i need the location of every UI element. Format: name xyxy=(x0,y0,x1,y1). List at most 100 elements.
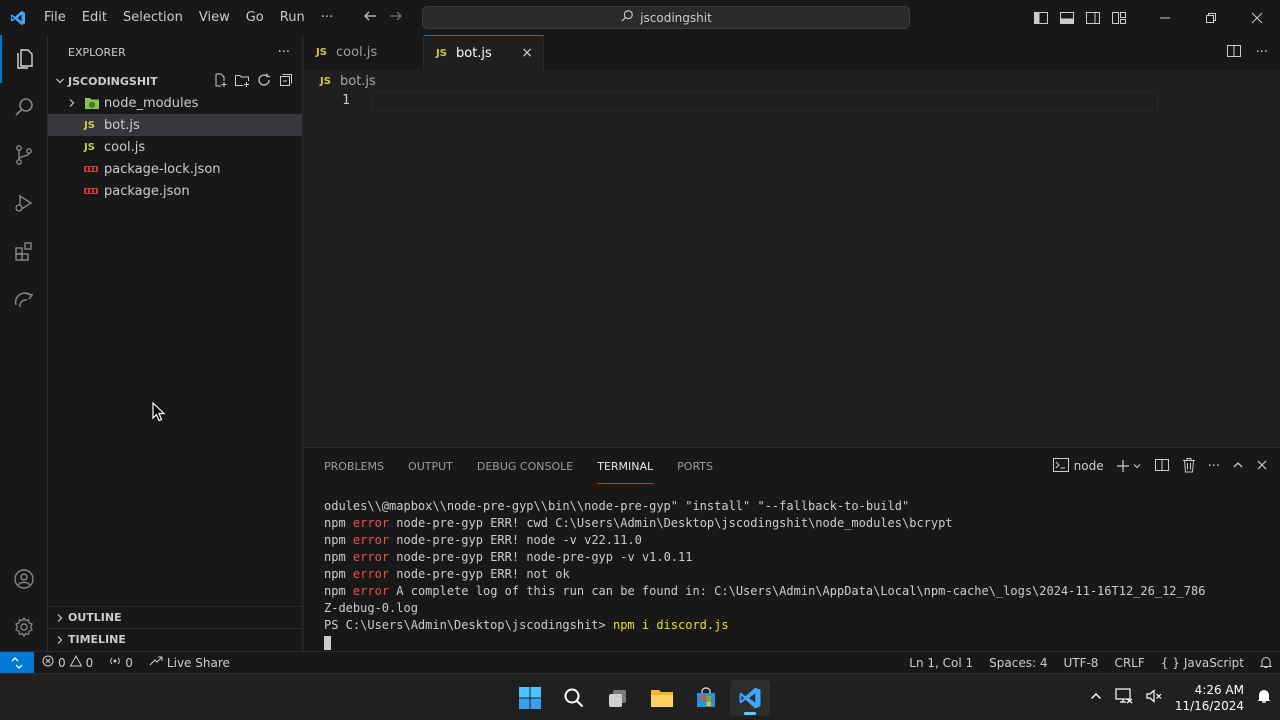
toggle-primary-sidebar-icon[interactable] xyxy=(1028,0,1054,35)
ports-status[interactable]: 0 xyxy=(101,655,141,670)
live-share-status[interactable]: Live Share xyxy=(141,655,238,670)
broadcast-icon xyxy=(109,655,121,670)
title-bar: File Edit Selection View Go Run ··· jsco… xyxy=(0,0,1280,35)
tab-ports[interactable]: PORTS xyxy=(677,448,713,484)
refresh-icon[interactable] xyxy=(256,72,272,91)
minimize-icon[interactable] xyxy=(1142,0,1188,35)
notifications-bell-icon[interactable] xyxy=(1252,656,1280,669)
terminal-output[interactable]: odules\\@mapbox\\node-pre-gyp\\bin\\node… xyxy=(324,498,1268,651)
settings-gear-icon[interactable] xyxy=(0,603,48,651)
menu-file[interactable]: File xyxy=(36,0,74,35)
close-panel-icon[interactable] xyxy=(1256,459,1268,474)
error-label: error xyxy=(352,567,390,581)
tab-problems[interactable]: PROBLEMS xyxy=(324,448,384,484)
outline-section[interactable]: OUTLINE xyxy=(48,606,303,628)
menu-go[interactable]: Go xyxy=(238,0,272,35)
panel-more-actions[interactable]: ··· xyxy=(1208,459,1220,474)
explorer-icon[interactable] xyxy=(0,35,48,83)
toggle-secondary-sidebar-icon[interactable] xyxy=(1080,0,1106,35)
tab-cool-js[interactable]: JS cool.js xyxy=(304,35,424,70)
extensions-icon[interactable] xyxy=(0,227,48,275)
editor-tabs: JS cool.js JS bot.js × ··· xyxy=(304,35,1280,70)
chevron-up-icon[interactable] xyxy=(1089,689,1103,706)
editor-more-actions[interactable]: ··· xyxy=(1256,45,1268,60)
tab-output[interactable]: OUTPUT xyxy=(408,448,453,484)
restore-icon[interactable] xyxy=(1188,0,1234,35)
tree-item-cool-js[interactable]: JS cool.js xyxy=(48,136,302,158)
tree-item-node-modules[interactable]: node_modules xyxy=(48,92,302,114)
split-terminal-icon[interactable] xyxy=(1154,457,1170,476)
menu-more[interactable]: ··· xyxy=(313,0,341,35)
tree-item-label: bot.js xyxy=(104,117,140,133)
menu-selection[interactable]: Selection xyxy=(115,0,191,35)
new-file-icon[interactable] xyxy=(212,72,228,91)
breadcrumb-file[interactable]: bot.js xyxy=(340,74,376,89)
volume-muted-icon[interactable] xyxy=(1145,688,1163,707)
terminal-prompt-line: PS C:\Users\Admin\Desktop\jscodingshit> … xyxy=(324,617,1268,634)
outline-title: OUTLINE xyxy=(68,611,122,624)
cursor-position[interactable]: Ln 1, Col 1 xyxy=(901,656,981,670)
js-file-icon: JS xyxy=(316,47,327,58)
remote-explorer-icon[interactable] xyxy=(0,275,48,323)
menu-run[interactable]: Run xyxy=(272,0,313,35)
customize-layout-icon[interactable] xyxy=(1106,0,1132,35)
terminal-text: odules\\@mapbox\\node-pre-gyp\\bin\\node… xyxy=(324,499,910,513)
language-mode[interactable]: { } JavaScript xyxy=(1153,656,1252,670)
forward-arrow-icon[interactable] xyxy=(388,8,404,28)
command-center-search[interactable]: jscodingshit xyxy=(422,6,910,29)
error-label: error xyxy=(352,516,390,530)
close-window-icon[interactable] xyxy=(1234,0,1280,35)
run-debug-icon[interactable] xyxy=(0,179,48,227)
js-file-icon: JS xyxy=(436,47,447,59)
menu-view[interactable]: View xyxy=(191,0,238,35)
network-icon[interactable] xyxy=(1115,688,1133,707)
terminal-input-line[interactable] xyxy=(324,634,1268,651)
terminal-profile[interactable]: node xyxy=(1052,457,1104,475)
menu-edit[interactable]: Edit xyxy=(74,0,115,35)
system-clock[interactable]: 4:26 AM 11/16/2024 xyxy=(1175,682,1244,714)
toggle-panel-icon[interactable] xyxy=(1054,0,1080,35)
windows-start-icon[interactable] xyxy=(510,680,550,716)
tree-item-package-json[interactable]: package.json xyxy=(48,180,302,202)
indentation[interactable]: Spaces: 4 xyxy=(981,656,1055,670)
tab-bot-js[interactable]: JS bot.js × xyxy=(424,35,544,70)
terminal-text: node-pre-gyp ERR! not ok xyxy=(389,567,570,581)
search-view-icon[interactable] xyxy=(0,83,48,131)
timeline-title: TIMELINE xyxy=(68,633,126,646)
problems-status[interactable]: 0 0 xyxy=(34,654,101,670)
vscode-taskbar-icon[interactable] xyxy=(730,680,770,716)
live-share-icon xyxy=(149,655,163,670)
explorer-more-actions[interactable]: ··· xyxy=(278,45,290,60)
split-editor-icon[interactable] xyxy=(1226,43,1242,63)
file-explorer-icon[interactable] xyxy=(642,680,682,716)
terminal-line: npm error node-pre-gyp ERR! node-pre-gyp… xyxy=(324,549,1268,566)
timeline-section[interactable]: TIMELINE xyxy=(48,628,303,650)
code-editor-line[interactable] xyxy=(372,92,1158,111)
taskbar-search-icon[interactable] xyxy=(554,680,594,716)
new-terminal-icon[interactable] xyxy=(1116,459,1142,473)
tree-item-package-lock-json[interactable]: package-lock.json xyxy=(48,158,302,180)
tree-item-bot-js[interactable]: JS bot.js xyxy=(48,114,302,136)
back-arrow-icon[interactable] xyxy=(362,8,378,28)
js-file-icon: JS xyxy=(84,119,95,131)
panel-actions: node ··· xyxy=(1052,448,1268,484)
collapse-all-icon[interactable] xyxy=(278,72,294,91)
status-bar: 0 0 0 Live Share Ln 1, Col 1 Spaces: 4 U… xyxy=(0,651,1280,674)
trash-icon[interactable] xyxy=(1182,457,1196,476)
maximize-panel-icon[interactable] xyxy=(1232,459,1244,474)
line-ending[interactable]: CRLF xyxy=(1106,656,1152,670)
notification-bell-icon[interactable] xyxy=(1256,688,1272,707)
accounts-icon[interactable] xyxy=(0,555,48,603)
encoding[interactable]: UTF-8 xyxy=(1055,656,1106,670)
task-view-icon[interactable] xyxy=(598,680,638,716)
microsoft-store-icon[interactable] xyxy=(686,680,726,716)
warning-count: 0 xyxy=(85,655,94,670)
remote-indicator-icon[interactable] xyxy=(0,651,34,674)
workspace-folder[interactable]: JSCODINGSHIT xyxy=(48,70,302,92)
tab-terminal[interactable]: TERMINAL xyxy=(597,448,654,484)
close-tab-icon[interactable]: × xyxy=(521,45,533,61)
terminal-shell-name: node xyxy=(1073,459,1104,473)
tab-debug-console[interactable]: DEBUG CONSOLE xyxy=(477,448,573,484)
source-control-icon[interactable] xyxy=(0,131,48,179)
new-folder-icon[interactable] xyxy=(234,72,250,91)
